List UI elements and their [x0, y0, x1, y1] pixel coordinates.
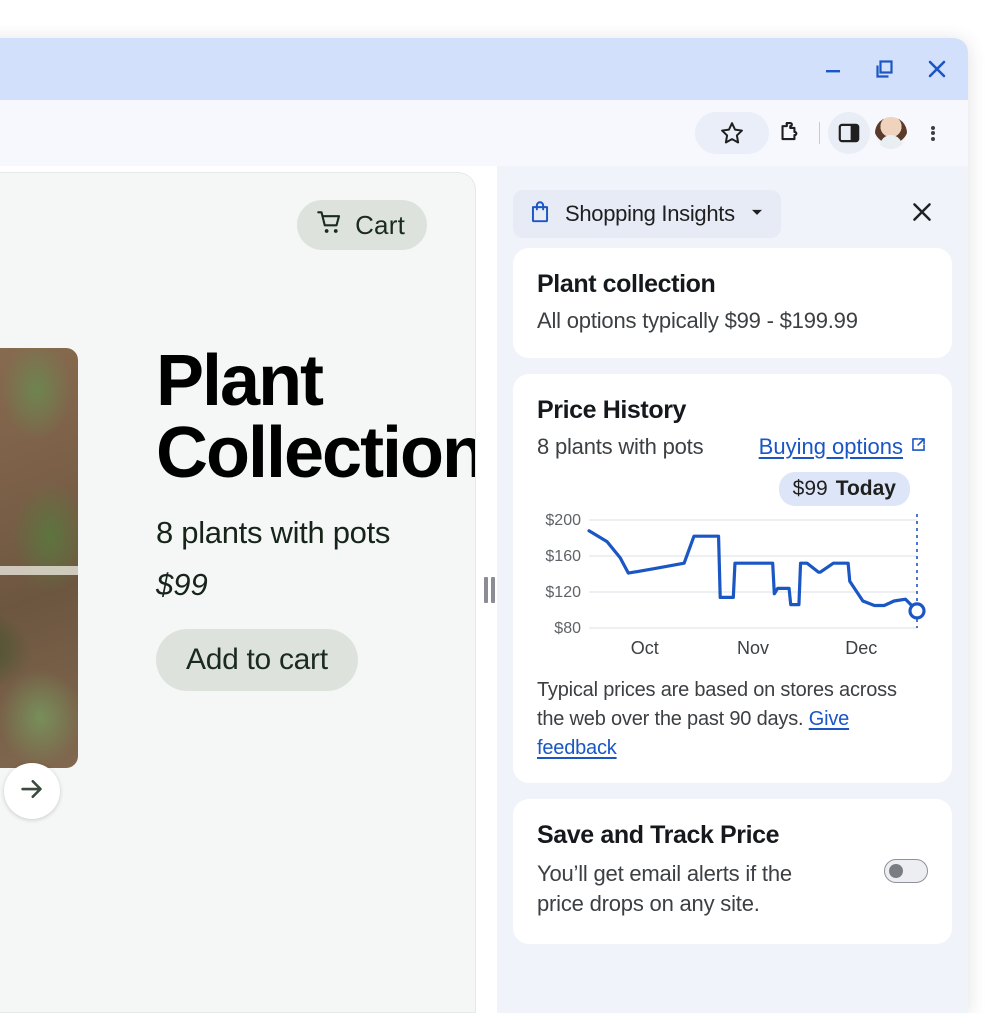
shopping-insights-label: Shopping Insights	[565, 201, 735, 226]
chart-current-price-marker	[908, 602, 926, 620]
side-panel-icon[interactable]	[828, 112, 870, 154]
merchant-page: Cart Plant Collection 8 plants with pots…	[0, 172, 476, 1013]
svg-text:$120: $120	[545, 584, 581, 601]
close-panel-button[interactable]	[902, 194, 942, 234]
content-area: Cart Plant Collection 8 plants with pots…	[0, 166, 968, 1013]
product-title: Plant Collection	[156, 341, 476, 493]
track-description: You’ll get email alerts if the price dro…	[537, 861, 792, 916]
browser-toolbar	[0, 100, 968, 166]
badge-today-label: Today	[835, 477, 896, 500]
chevron-down-icon[interactable]	[747, 202, 767, 227]
product-info: Plant Collection 8 plants with pots $99 …	[156, 341, 476, 691]
close-button[interactable]	[914, 47, 960, 91]
price-history-subrow: 8 plants with pots Buying options	[537, 434, 928, 460]
profile-avatar[interactable]	[870, 112, 912, 154]
price-history-subtitle: 8 plants with pots	[537, 434, 704, 459]
chart-y-axis-labels: $200 $160 $120 $80	[545, 512, 581, 637]
external-link-icon	[909, 434, 928, 460]
price-history-title: Price History	[537, 396, 687, 424]
avatar	[875, 117, 907, 149]
chart-price-line	[587, 529, 919, 613]
svg-text:Oct: Oct	[631, 638, 659, 658]
svg-text:$80: $80	[554, 620, 581, 637]
window-controls	[810, 38, 960, 100]
chart-gridlines	[589, 519, 917, 629]
badge-price: $99	[792, 477, 828, 500]
product-image[interactable]	[0, 348, 78, 768]
save-and-track-price-card: Save and Track Price You’ll get email al…	[513, 799, 952, 945]
arrow-right-icon	[17, 774, 47, 809]
merchant-page-pane: Cart Plant Collection 8 plants with pots…	[0, 166, 478, 1013]
grip-bar	[490, 576, 495, 603]
svg-text:Nov: Nov	[737, 638, 769, 658]
price-history-card: Price History 8 plants with pots Buying …	[513, 374, 952, 783]
browser-window: Cart Plant Collection 8 plants with pots…	[0, 38, 968, 1013]
product-summary-card: Plant collection All options typically $…	[513, 248, 952, 358]
buying-options-label: Buying options	[758, 434, 903, 459]
shopping-bag-icon	[527, 199, 553, 230]
track-text-block: Save and Track Price You’ll get email al…	[537, 821, 872, 918]
minimize-button[interactable]	[810, 47, 856, 91]
track-price-toggle[interactable]	[884, 859, 928, 883]
cart-label: Cart	[355, 209, 405, 240]
bookmark-star-icon[interactable]	[695, 112, 769, 154]
track-title: Save and Track Price	[537, 821, 780, 849]
svg-text:Dec: Dec	[845, 638, 877, 658]
product-variant: 8 plants with pots	[156, 515, 391, 550]
restore-button[interactable]	[862, 47, 908, 91]
summary-subtitle: All options typically $99 - $199.99	[537, 308, 858, 333]
toolbar-divider	[819, 122, 820, 144]
extensions-puzzle-icon[interactable]	[769, 112, 811, 154]
side-panel-header: Shopping Insights	[513, 166, 952, 248]
product-price: $99	[156, 567, 208, 602]
grip-bar	[483, 576, 488, 603]
cart-button[interactable]: Cart	[297, 200, 427, 250]
chart-x-axis-labels: Oct Nov Dec	[631, 638, 877, 658]
svg-text:$200: $200	[545, 512, 581, 529]
add-to-cart-button[interactable]: Add to cart	[156, 629, 358, 691]
svg-text:$160: $160	[545, 548, 581, 565]
price-history-chart[interactable]: $200 $160 $120 $80 Oct Nov Dec	[537, 512, 928, 662]
shopping-insights-side-panel: Shopping Insights Plant collection All o…	[497, 166, 968, 1013]
panel-resize-handle[interactable]	[481, 166, 497, 1013]
today-badge-row: $99 Today	[537, 472, 928, 506]
window-titlebar	[0, 38, 968, 100]
price-history-footnote: Typical prices are based on stores acros…	[537, 676, 928, 763]
shopping-cart-icon	[315, 208, 345, 243]
shopping-insights-chip[interactable]: Shopping Insights	[513, 190, 781, 238]
today-price-badge: $99 Today	[778, 472, 910, 506]
carousel-next-button[interactable]	[4, 763, 60, 819]
close-icon	[908, 198, 936, 231]
more-menu-icon[interactable]	[912, 112, 954, 154]
summary-title: Plant collection	[537, 270, 716, 298]
buying-options-link[interactable]: Buying options	[759, 434, 928, 460]
